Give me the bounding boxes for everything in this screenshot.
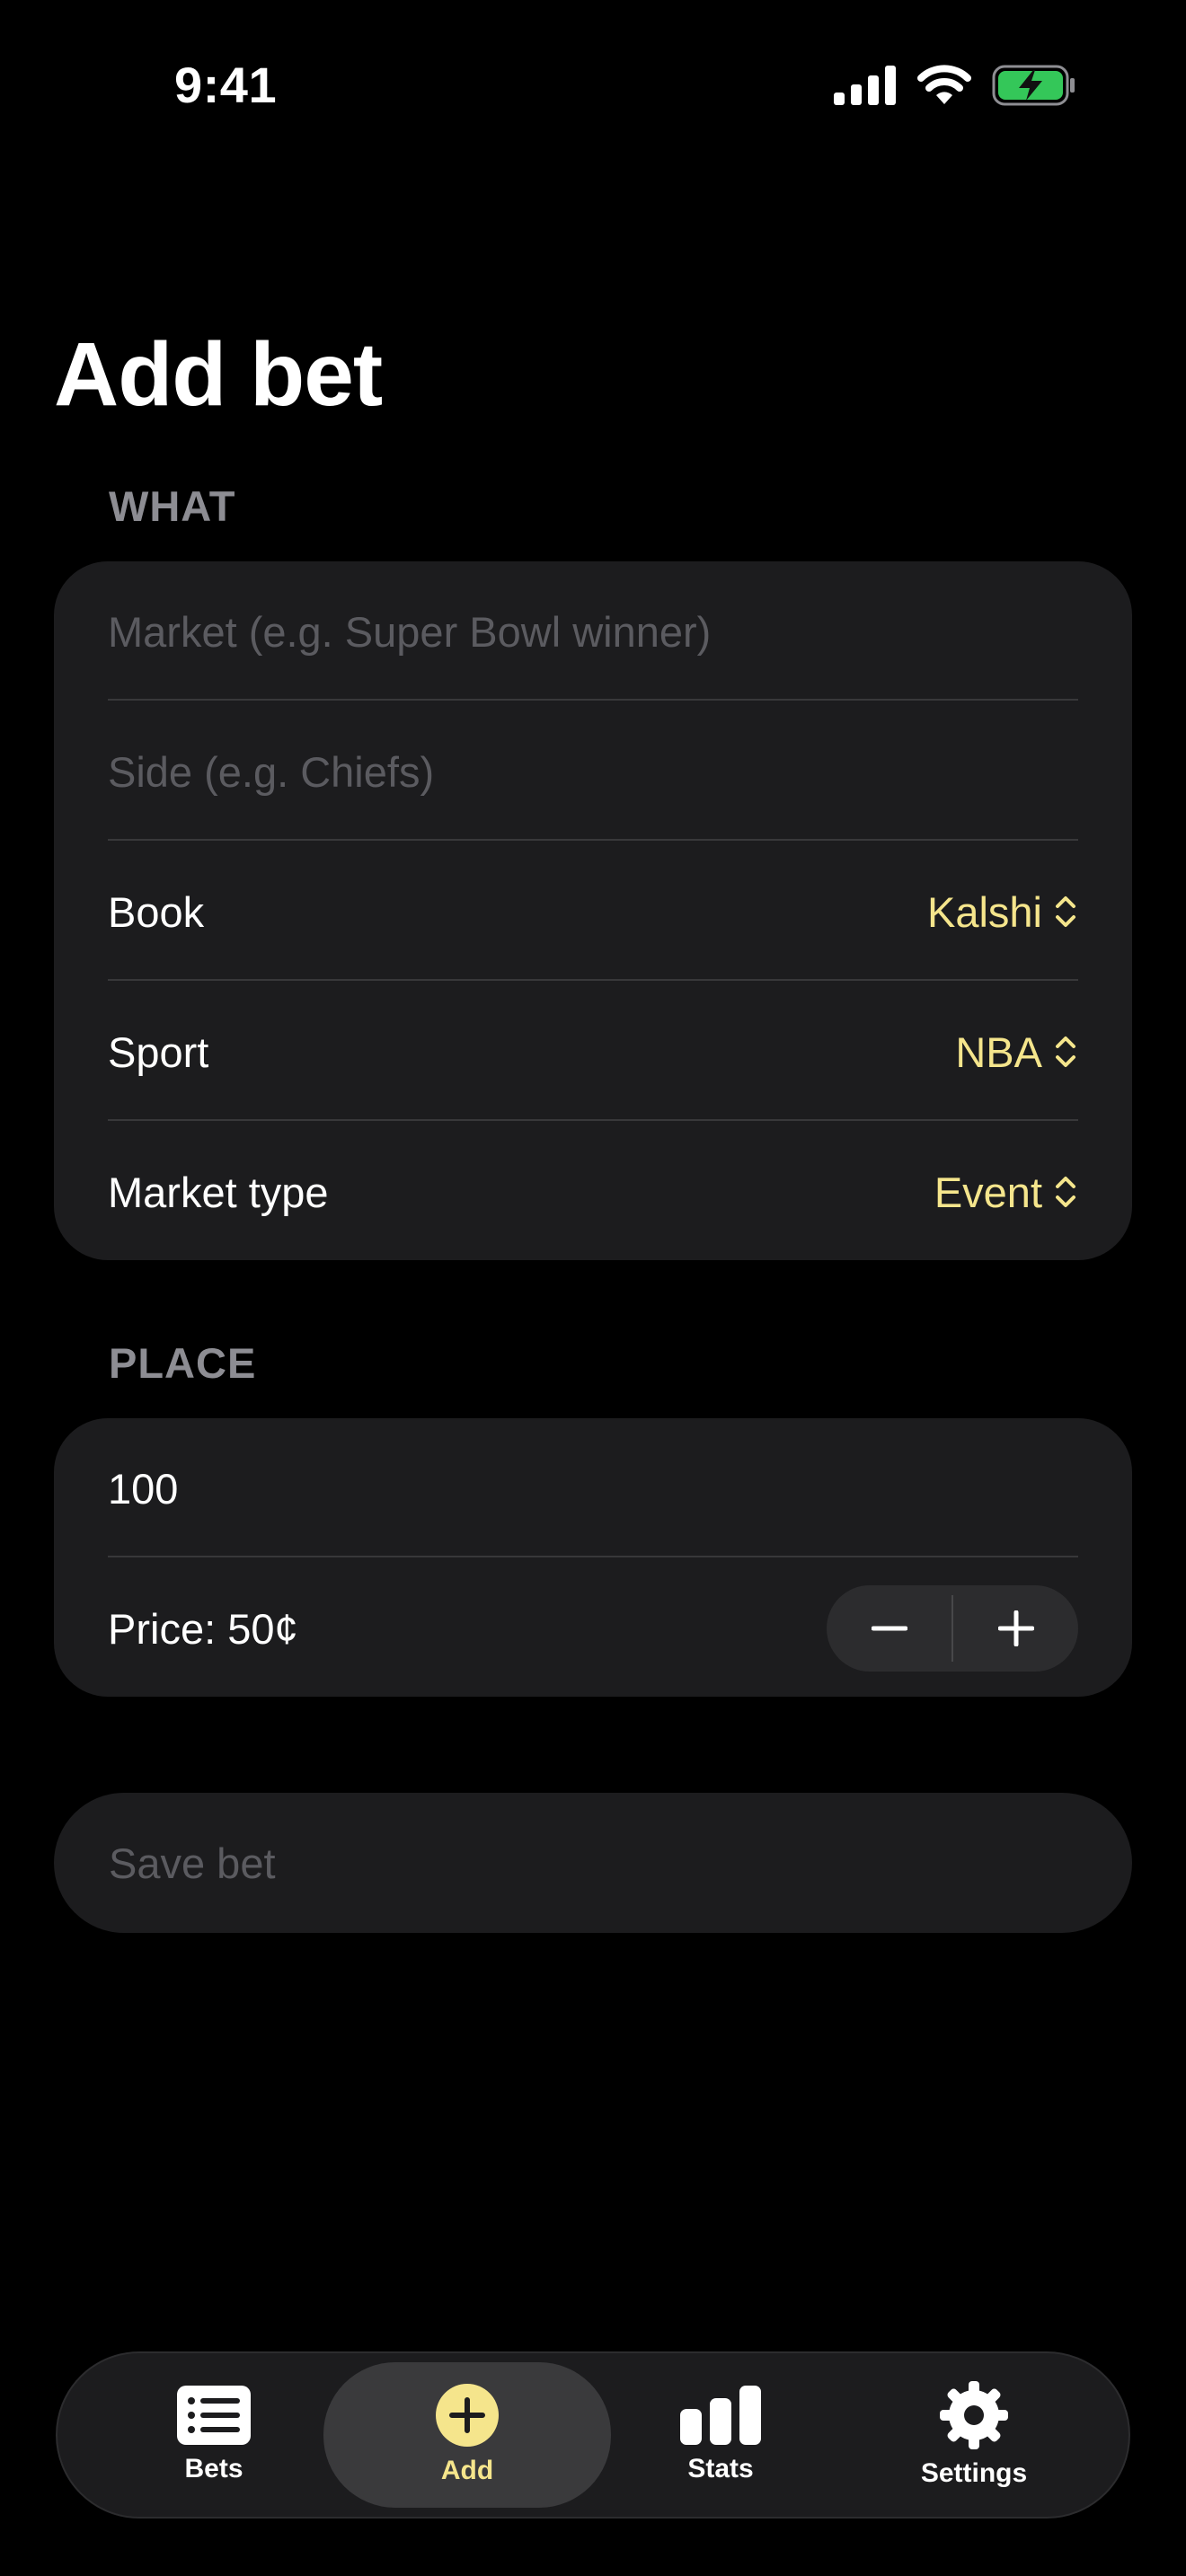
price-label: Price: 50¢ (108, 1604, 298, 1653)
book-row: Book Kalshi (108, 842, 1078, 982)
tab-label: Settings (920, 2458, 1028, 2488)
side-field[interactable]: Side (e.g. Chiefs) (108, 701, 1078, 842)
place-card: 100 Price: 50¢ (54, 1418, 1132, 1697)
market-type-label: Market type (108, 1168, 329, 1216)
tab-add[interactable]: Add (323, 2362, 611, 2508)
increment-button[interactable] (953, 1585, 1078, 1672)
divider (108, 699, 1078, 701)
side-placeholder: Side (e.g. Chiefs) (108, 747, 435, 796)
amount-field[interactable]: 100 (108, 1418, 1078, 1558)
chevron-up-down-icon (1056, 1177, 1075, 1207)
book-value: Kalshi (926, 887, 1042, 936)
plus-icon (997, 1610, 1034, 1646)
market-placeholder: Market (e.g. Super Bowl winner) (108, 607, 712, 656)
status-time: 9:41 (174, 57, 278, 113)
tab-label: Bets (184, 2454, 243, 2483)
amount-value: 100 (108, 1464, 179, 1513)
book-picker[interactable]: Kalshi (927, 887, 1078, 937)
list-icon (177, 2386, 251, 2445)
add-bet-screen: 9:41 Add bet WHAT Market (e.g. Super Bow… (0, 0, 1186, 2576)
bar-chart-icon (680, 2386, 761, 2445)
section-header-place: PLACE (109, 1339, 257, 1387)
sport-picker[interactable]: NBA (955, 1028, 1078, 1077)
sport-row: Sport NBA (108, 982, 1078, 1122)
decrement-button[interactable] (827, 1585, 951, 1672)
tab-label: Stats (687, 2454, 754, 2483)
cellular-signal-icon (834, 66, 896, 105)
market-type-row: Market type Event (108, 1122, 1078, 1262)
market-type-picker[interactable]: Event (934, 1168, 1078, 1217)
sport-value: NBA (955, 1028, 1042, 1076)
plus-circle-icon (436, 2384, 499, 2447)
battery-charging-icon (992, 65, 1075, 106)
what-card: Market (e.g. Super Bowl winner) Side (e.… (54, 561, 1132, 1260)
price-row: Price: 50¢ (108, 1558, 1078, 1698)
divider (108, 839, 1078, 841)
section-header-what: WHAT (109, 482, 236, 530)
chevron-up-down-icon (1056, 896, 1075, 927)
divider (108, 979, 1078, 981)
save-bet-button[interactable]: Save bet (54, 1793, 1132, 1933)
chevron-up-down-icon (1056, 1037, 1075, 1067)
status-icons (834, 65, 1076, 106)
minus-icon (871, 1626, 907, 1631)
book-label: Book (108, 887, 205, 936)
tab-bets[interactable]: Bets (70, 2362, 358, 2508)
wifi-icon (917, 65, 971, 104)
sport-label: Sport (108, 1028, 209, 1076)
market-field[interactable]: Market (e.g. Super Bowl winner) (108, 561, 1078, 701)
gear-icon (940, 2381, 1008, 2449)
tab-label: Add (440, 2456, 494, 2485)
market-type-value: Event (934, 1168, 1042, 1216)
page-title: Add bet (54, 324, 383, 425)
tab-bar: Bets Add Stats Settings (56, 2351, 1130, 2519)
tab-settings[interactable]: Settings (830, 2362, 1118, 2508)
divider (108, 1119, 1078, 1121)
tab-stats[interactable]: Stats (577, 2362, 864, 2508)
divider (108, 1556, 1078, 1557)
price-stepper (827, 1585, 1078, 1672)
